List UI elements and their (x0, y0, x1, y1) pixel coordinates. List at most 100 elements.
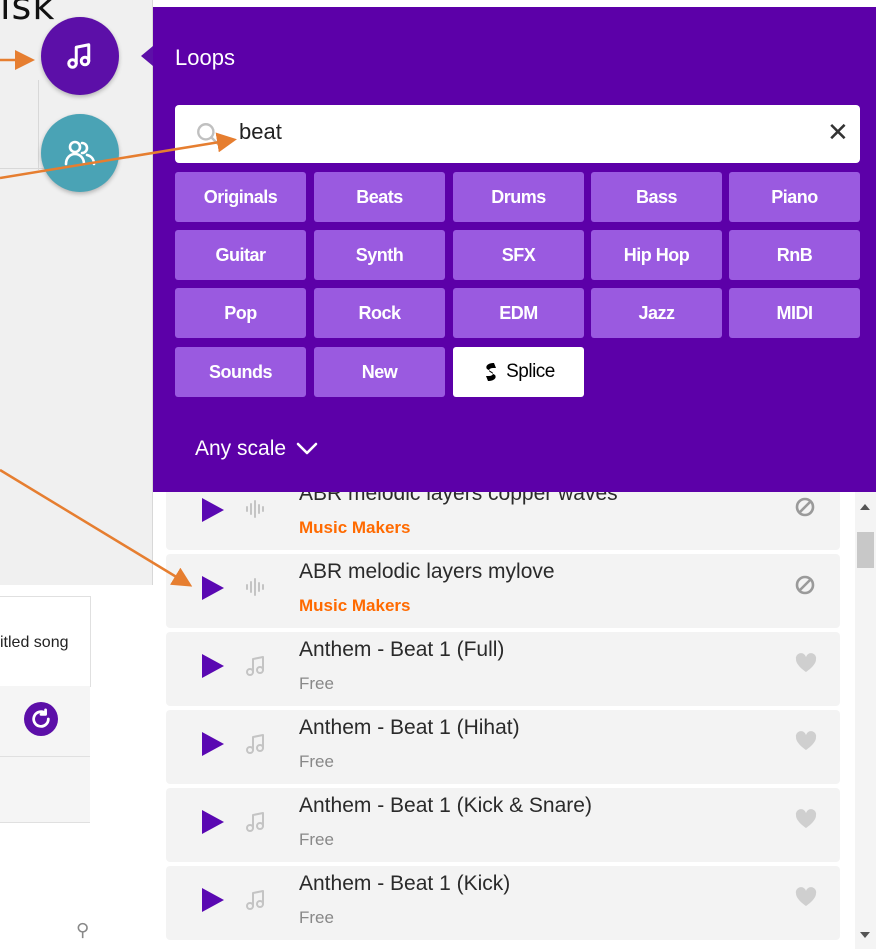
loops-panel: Loops beat ✕ Originals Beats Drums Bass Pian… (153, 7, 876, 492)
loop-name: Anthem - Beat 1 (Kick) (299, 872, 511, 895)
chip-rnb[interactable]: RnB (729, 230, 860, 280)
chip-splice[interactable]: Splice (453, 347, 584, 397)
loop-toggle-button[interactable] (24, 702, 58, 736)
chip-label: Drums (491, 186, 546, 207)
left-toolbar (0, 686, 90, 823)
loop-source: Free (299, 674, 334, 693)
chip-bass[interactable]: Bass (591, 172, 722, 222)
chip-label: Synth (355, 244, 404, 265)
play-button[interactable] (202, 654, 224, 678)
zoom-icon[interactable]: ⚲ (76, 920, 89, 941)
music-note-icon (244, 654, 268, 683)
waveform-icon (244, 576, 266, 603)
blocked-icon[interactable] (794, 496, 816, 523)
corner-text: isk (0, 0, 56, 28)
divider (0, 756, 90, 757)
loop-source: Free (299, 752, 334, 771)
play-button[interactable] (202, 888, 224, 912)
scale-filter[interactable]: Any scale (195, 437, 318, 461)
scale-label: Any scale (195, 437, 287, 460)
scrollbar[interactable] (855, 492, 876, 949)
loop-name: ABR melodic layers copper waves (299, 492, 618, 505)
chip-rock[interactable]: Rock (314, 288, 445, 338)
play-button[interactable] (202, 732, 224, 756)
song-title: itled song (0, 634, 69, 651)
chip-label: Guitar (215, 244, 266, 265)
chip-label: RnB (776, 244, 813, 265)
chip-label: MIDI (776, 302, 814, 323)
heart-icon[interactable] (794, 652, 818, 679)
chip-pop[interactable]: Pop (175, 288, 306, 338)
heart-icon[interactable] (794, 730, 818, 757)
list-item[interactable]: Anthem - Beat 1 (Kick & Snare) Free (166, 788, 840, 862)
chip-label: Splice (506, 361, 555, 382)
chip-label: Piano (771, 186, 818, 207)
scroll-up-arrow[interactable] (860, 504, 870, 510)
chip-label: Beats (356, 186, 403, 207)
splice-logo-icon (486, 363, 497, 381)
chip-edm[interactable]: EDM (453, 288, 584, 338)
chip-label: EDM (499, 302, 538, 323)
music-note-icon (244, 888, 268, 917)
loop-name: Anthem - Beat 1 (Hihat) (299, 716, 520, 739)
loop-source: Free (299, 830, 334, 849)
chip-jazz[interactable]: Jazz (591, 288, 722, 338)
close-icon[interactable]: ✕ (827, 117, 849, 148)
loop-source: Free (299, 908, 334, 927)
refresh-icon (32, 708, 50, 728)
chip-originals[interactable]: Originals (175, 172, 306, 222)
chip-label: SFX (501, 244, 536, 265)
chip-synth[interactable]: Synth (314, 230, 445, 280)
search-input[interactable]: beat ✕ (175, 105, 860, 163)
scroll-thumb[interactable] (857, 532, 874, 568)
play-button[interactable] (202, 498, 224, 522)
divider (38, 80, 39, 170)
chip-label: Hip Hop (623, 244, 690, 265)
loop-source: Music Makers (299, 596, 411, 615)
play-button[interactable] (202, 576, 224, 600)
chip-sounds[interactable]: Sounds (175, 347, 306, 397)
chip-sfx[interactable]: SFX (453, 230, 584, 280)
blocked-icon[interactable] (794, 574, 816, 601)
search-value: beat (239, 119, 282, 144)
panel-title: Loops (175, 45, 235, 70)
loop-name: Anthem - Beat 1 (Kick & Snare) (299, 794, 592, 817)
panel-pointer (141, 46, 153, 66)
chip-label: Bass (635, 186, 678, 207)
loops-button[interactable] (41, 17, 119, 95)
heart-icon[interactable] (794, 886, 818, 913)
music-note-icon (244, 810, 268, 839)
loop-name: Anthem - Beat 1 (Full) (299, 638, 505, 661)
music-note-icon (67, 43, 91, 69)
chip-label: Originals (203, 186, 278, 207)
chip-label: Jazz (638, 302, 675, 323)
chip-label: Rock (358, 302, 401, 323)
divider (0, 168, 48, 169)
chip-label: New (361, 361, 398, 382)
chip-midi[interactable]: MIDI (729, 288, 860, 338)
chevron-down-icon (296, 442, 318, 455)
collaborate-button[interactable] (41, 114, 119, 192)
list-item[interactable]: Anthem - Beat 1 (Hihat) Free (166, 710, 840, 784)
waveform-icon (244, 498, 266, 525)
chip-piano[interactable]: Piano (729, 172, 860, 222)
magnifier-icon (197, 123, 219, 145)
loop-source: Music Makers (299, 518, 411, 537)
people-icon (64, 140, 96, 166)
play-button[interactable] (202, 810, 224, 834)
scroll-down-arrow[interactable] (860, 932, 870, 938)
chip-hip-hop[interactable]: Hip Hop (591, 230, 722, 280)
list-item[interactable]: Anthem - Beat 1 (Full) Free (166, 632, 840, 706)
loop-name: ABR melodic layers mylove (299, 560, 555, 583)
chip-guitar[interactable]: Guitar (175, 230, 306, 280)
list-item[interactable]: Anthem - Beat 1 (Kick) Free (166, 866, 840, 940)
chip-beats[interactable]: Beats (314, 172, 445, 222)
list-item[interactable]: ABR melodic layers copper waves Music Mak… (166, 492, 840, 550)
chip-label: Pop (224, 302, 257, 323)
music-note-icon (244, 732, 268, 761)
results-list: ABR melodic layers copper waves Music Mak… (166, 492, 842, 949)
chip-drums[interactable]: Drums (453, 172, 584, 222)
list-item[interactable]: ABR melodic layers mylove Music Makers (166, 554, 840, 628)
chip-new[interactable]: New (314, 347, 445, 397)
heart-icon[interactable] (794, 808, 818, 835)
